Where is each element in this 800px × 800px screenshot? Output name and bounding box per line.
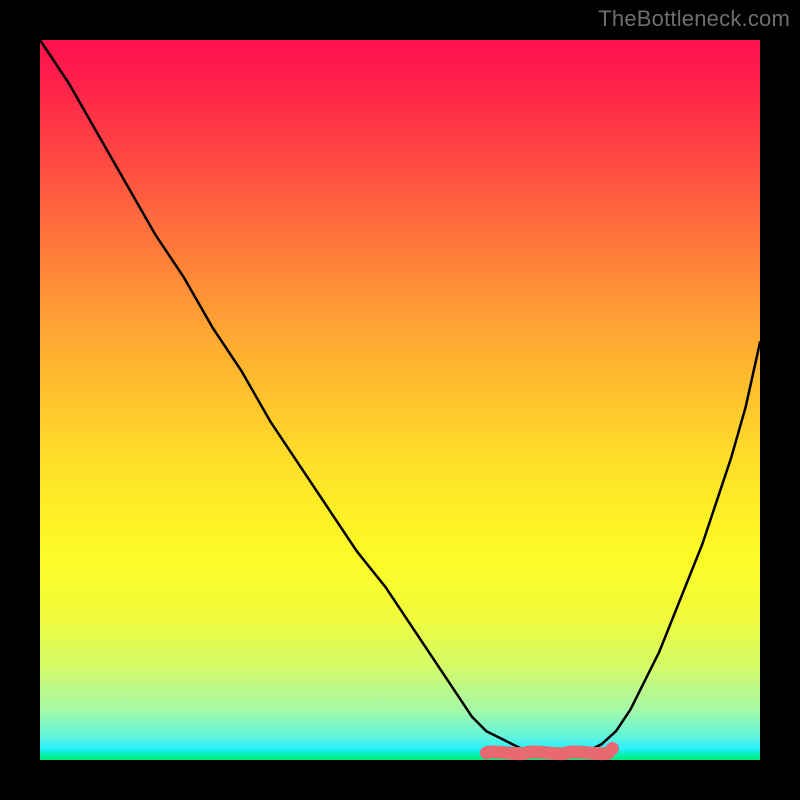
highlight-markers bbox=[40, 40, 760, 760]
watermark-label: TheBottleneck.com bbox=[598, 6, 790, 32]
chart-container: TheBottleneck.com bbox=[0, 0, 800, 800]
plot-area bbox=[40, 40, 760, 760]
